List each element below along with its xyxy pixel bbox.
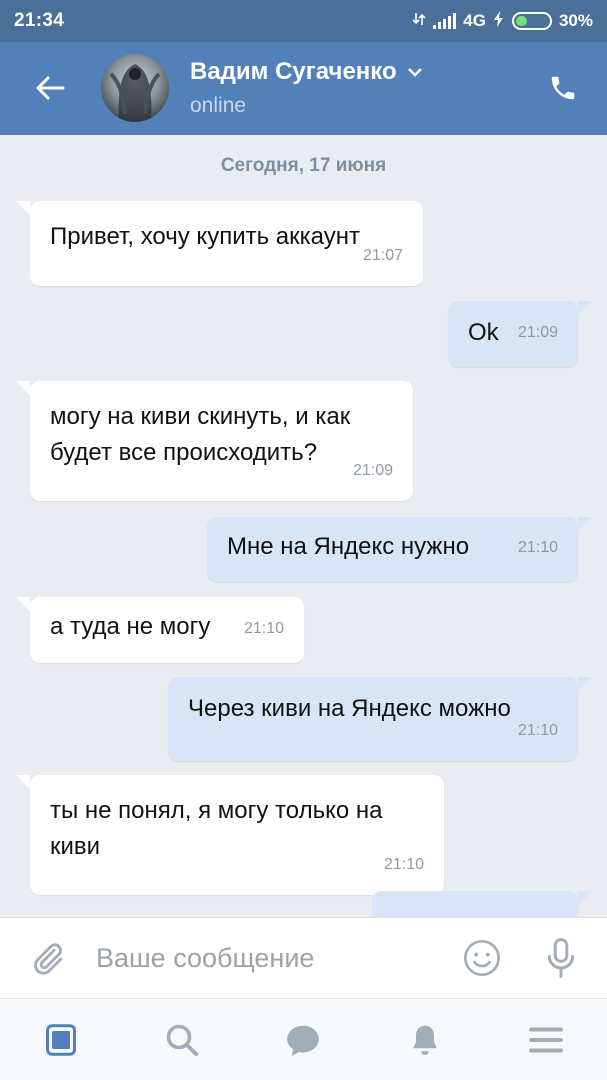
composer — [0, 917, 607, 998]
message-time: 21:10 — [517, 722, 558, 739]
message-text: киви — [50, 833, 101, 860]
back-button[interactable] — [28, 66, 72, 110]
message-text: будет все происходить? — [50, 439, 318, 466]
search-icon — [166, 1024, 199, 1057]
emoji-button[interactable] — [462, 938, 502, 978]
date-separator: Сегодня, 17 июня — [220, 155, 387, 176]
message-time: 21:10 — [243, 620, 284, 637]
outgoing-message[interactable]: Мне на Яндекс нужно 21:10 — [207, 517, 592, 582]
message-time: 21:10 — [383, 856, 424, 873]
voice-message-button[interactable] — [541, 936, 581, 980]
attach-button[interactable] — [28, 940, 66, 978]
charging-icon — [493, 10, 505, 32]
chevron-down-icon — [407, 68, 422, 77]
message-text: Привет, хочу купить аккаунт — [50, 223, 360, 250]
battery-percent: 30% — [558, 11, 593, 30]
news-icon — [46, 1024, 76, 1056]
message-list[interactable]: Сегодня, 17 июня Привет, хочу купить акк… — [0, 135, 607, 917]
paperclip-icon — [34, 943, 63, 975]
signal-icon — [433, 13, 457, 29]
outgoing-message-partial[interactable] — [372, 891, 592, 917]
nav-notifications[interactable] — [404, 1019, 446, 1061]
status-time: 21:34 — [14, 10, 65, 31]
battery-icon — [511, 12, 552, 30]
chat-header: Вадим Сугаченко online — [0, 42, 607, 135]
message-time: 21:09 — [352, 462, 393, 479]
message-text: Мне на Яндекс нужно — [227, 533, 470, 560]
contact-name: Вадим Сугаченко — [190, 58, 397, 85]
smiley-icon — [464, 940, 500, 976]
nav-messages[interactable] — [282, 1019, 324, 1061]
data-transfer-icon — [412, 11, 426, 32]
outgoing-message[interactable]: Через киви на Яндекс можно 21:10 — [168, 677, 592, 761]
bell-icon — [413, 1025, 437, 1055]
status-indicators: 4G 30% — [412, 10, 593, 32]
message-text: могу на киви скинуть, и как — [50, 403, 351, 430]
message-input[interactable] — [96, 936, 446, 980]
network-type: 4G — [463, 11, 486, 30]
outgoing-message[interactable]: Ok 21:09 — [448, 301, 592, 367]
menu-icon — [529, 1027, 563, 1053]
incoming-message[interactable]: ты не понял, я могу только на киви 21:10 — [16, 775, 444, 895]
contact-name-button[interactable]: Вадим Сугаченко — [190, 58, 423, 86]
status-bar: 21:34 4G 30% — [0, 0, 607, 42]
message-time: 21:07 — [362, 247, 403, 264]
nav-news[interactable] — [40, 1019, 82, 1061]
avatar[interactable] — [101, 54, 169, 122]
nav-search[interactable] — [161, 1019, 203, 1061]
incoming-message[interactable]: могу на киви скинуть, и как будет все пр… — [16, 381, 413, 501]
incoming-message[interactable]: Привет, хочу купить аккаунт 21:07 — [16, 201, 423, 286]
contact-status: online — [190, 94, 247, 117]
message-time: 21:09 — [517, 324, 558, 341]
message-text: Через киви на Яндекс можно — [188, 695, 511, 722]
microphone-icon — [547, 938, 575, 978]
incoming-message[interactable]: а туда не могу 21:10 — [16, 597, 304, 663]
message-time: 21:10 — [517, 539, 558, 556]
messages-icon — [287, 1025, 319, 1056]
call-button[interactable] — [543, 68, 583, 108]
nav-menu[interactable] — [525, 1019, 567, 1061]
phone-icon — [551, 76, 575, 100]
avatar-image — [109, 64, 161, 122]
message-text: ты не понял, я могу только на — [50, 797, 383, 824]
arrow-left-icon — [36, 76, 65, 100]
bottom-navigation — [0, 998, 607, 1080]
